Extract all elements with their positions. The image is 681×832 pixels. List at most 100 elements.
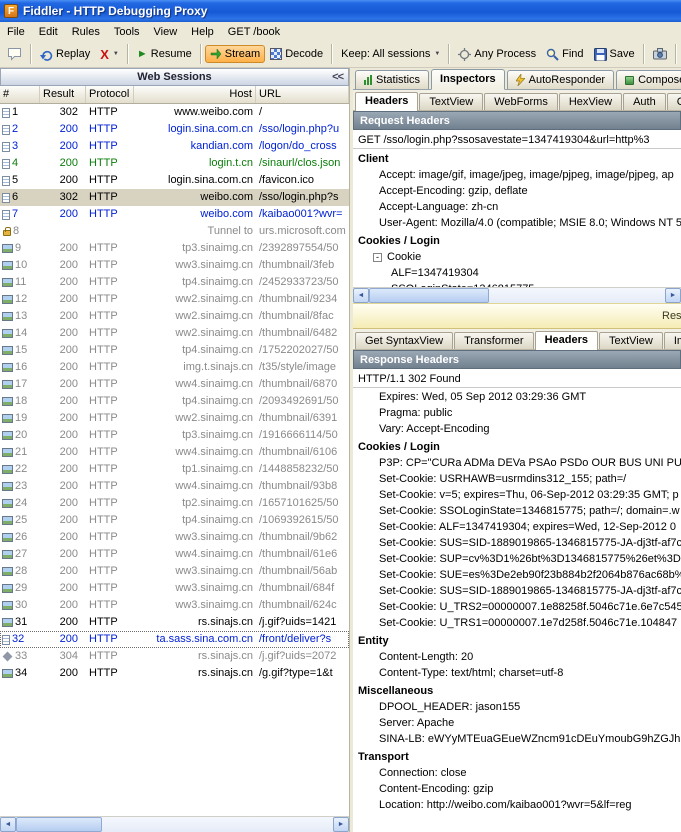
encoding-warning-bar[interactable]: Response is encoded and may need to be d… [353,303,681,329]
session-row[interactable]: 26200HTTPww3.sinaimg.cn/thumbnail/9b62 [0,529,349,546]
session-row[interactable]: 7200HTTPweibo.com/kaibao001?wvr= [0,206,349,223]
scroll-right-button[interactable]: ► [333,817,349,832]
session-url: /1069392615/50 [256,512,349,529]
session-row[interactable]: 22200HTTPtp1.sinaimg.cn/1448858232/50 [0,461,349,478]
session-row[interactable]: 11200HTTPtp4.sinaimg.cn/2452933723/50 [0,274,349,291]
session-row[interactable]: 27200HTTPww4.sinaimg.cn/thumbnail/61e6 [0,546,349,563]
session-row[interactable]: 24200HTTPtp2.sinaimg.cn/1657101625/50 [0,495,349,512]
request-hscrollbar[interactable]: ◄ ► [353,287,681,303]
session-row[interactable]: 1302HTTPwww.weibo.com/ [0,104,349,121]
page-icon [2,176,10,186]
session-row[interactable]: 31200HTTPrs.sinajs.cn/j.gif?uids=1421 [0,614,349,631]
session-row[interactable]: 9200HTTPtp3.sinaimg.cn/2392897554/50 [0,240,349,257]
response-tab-transformer[interactable]: Transformer [454,332,534,349]
collapse-panel-button[interactable]: << [332,71,343,83]
menu-item-help[interactable]: Help [184,24,221,40]
response-tab-headers[interactable]: Headers [535,331,598,350]
request-tab-textview[interactable]: TextView [419,93,483,110]
resume-button[interactable]: ► Resume [132,45,197,63]
replay-button[interactable]: Replay [35,45,95,64]
menu-item-tools[interactable]: Tools [107,24,147,40]
session-url: /2093492691/50 [256,393,349,410]
tab-inspectors[interactable]: Inspectors [431,69,505,90]
scroll-thumb[interactable] [16,817,102,832]
decode-toggle-button[interactable]: Decode [265,45,328,63]
session-row[interactable]: 30200HTTPww3.sinaimg.cn/thumbnail/624c [0,597,349,614]
session-row[interactable]: 8Tunnel tours.microsoft.com [0,223,349,240]
response-header-text: P3P: CP="CURa ADMa DEVa PSAo PSDo OUR BU… [379,457,681,469]
session-row[interactable]: 2200HTTPlogin.sina.com.cn/sso/login.php?… [0,121,349,138]
column-header-url[interactable]: URL [256,86,349,103]
title-bar[interactable]: F Fiddler - HTTP Debugging Proxy [0,0,681,22]
column-header-number[interactable]: # [0,86,40,103]
menu-item-get-book[interactable]: GET /book [221,24,287,40]
session-row[interactable]: 16200HTTPimg.t.sinajs.cn/t35/style/image [0,359,349,376]
session-row[interactable]: 29200HTTPww3.sinaimg.cn/thumbnail/684f [0,580,349,597]
response-tab-get-syntaxview[interactable]: Get SyntaxView [355,332,453,349]
response-tab-textview[interactable]: TextView [599,332,663,349]
comment-button[interactable] [2,44,27,64]
session-row[interactable]: 17200HTTPww4.sinaimg.cn/thumbnail/6870 [0,376,349,393]
request-tab-cookies[interactable]: Cookies [667,93,681,110]
session-row[interactable]: 25200HTTPtp4.sinaimg.cn/1069392615/50 [0,512,349,529]
session-number: 8 [13,223,19,240]
column-header-result[interactable]: Result [40,86,86,103]
session-row[interactable]: 19200HTTPww2.sinaimg.cn/thumbnail/6391 [0,410,349,427]
tab-composer[interactable]: Composer [616,70,681,89]
session-host: tp4.sinaimg.cn [134,342,256,359]
tab-statistics[interactable]: Statistics [355,70,429,89]
collapse-toggle-icon[interactable]: - [373,253,382,262]
screenshot-button[interactable] [648,45,672,63]
request-tab-auth[interactable]: Auth [623,93,666,110]
scroll-right-button[interactable]: ► [665,288,681,303]
save-button[interactable]: Save [589,45,640,64]
scroll-thumb[interactable] [369,288,489,303]
image-icon [2,380,13,389]
scroll-track[interactable] [369,288,665,303]
menu-item-view[interactable]: View [147,24,185,40]
session-row[interactable]: 10200HTTPww3.sinaimg.cn/thumbnail/3feb [0,257,349,274]
menu-item-file[interactable]: File [0,24,32,40]
find-button[interactable]: Find [541,45,588,64]
column-header-protocol[interactable]: Protocol [86,86,134,103]
request-headers-view[interactable]: GET /sso/login.php?ssosavestate=13474193… [353,130,681,287]
session-row[interactable]: 33304HTTPrs.sinajs.cn/j.gif?uids=2072 [0,648,349,665]
stream-toggle-button[interactable]: Stream [205,45,265,63]
session-row[interactable]: 6302HTTPweibo.com/sso/login.php?s [0,189,349,206]
remove-sessions-button[interactable]: X ▼ [95,46,124,63]
stream-label: Stream [225,48,260,60]
column-header-host[interactable]: Host [134,86,256,103]
session-host: ww3.sinaimg.cn [134,580,256,597]
session-row[interactable]: 12200HTTPww2.sinaimg.cn/thumbnail/9234 [0,291,349,308]
session-row[interactable]: 4200HTTPlogin.t.cn/sinaurl/clos.json [0,155,349,172]
tab-autoresponder[interactable]: AutoResponder [507,70,614,89]
scroll-track[interactable] [16,817,333,832]
menu-item-edit[interactable]: Edit [32,24,65,40]
session-row[interactable]: 3200HTTPkandian.com/logon/do_cross [0,138,349,155]
session-row[interactable]: 14200HTTPww2.sinaimg.cn/thumbnail/6482 [0,325,349,342]
session-row[interactable]: 32200HTTPta.sass.sina.com.cn/front/deliv… [0,631,349,648]
session-row[interactable]: 21200HTTPww4.sinaimg.cn/thumbnail/6106 [0,444,349,461]
request-tab-headers[interactable]: Headers [355,92,418,111]
scroll-left-button[interactable]: ◄ [0,817,16,832]
tab-label: TextView [609,335,653,347]
session-row[interactable]: 28200HTTPww3.sinaimg.cn/thumbnail/56ab [0,563,349,580]
session-row[interactable]: 13200HTTPww2.sinaimg.cn/thumbnail/8fac [0,308,349,325]
session-row[interactable]: 20200HTTPtp3.sinaimg.cn/1916666114/50 [0,427,349,444]
request-tab-hexview[interactable]: HexView [559,93,622,110]
session-row[interactable]: 34200HTTPrs.sinajs.cn/g.gif?type=1&t [0,665,349,682]
sessions-hscrollbar[interactable]: ◄ ► [0,816,349,832]
menu-item-rules[interactable]: Rules [65,24,107,40]
request-tab-webforms[interactable]: WebForms [484,93,558,110]
session-url: /t35/style/image [256,359,349,376]
response-headers-view[interactable]: HTTP/1.1 302 FoundExpires: Wed, 05 Sep 2… [353,369,681,832]
response-tab-imageview[interactable]: ImageView [664,332,681,349]
keep-sessions-dropdown[interactable]: Keep: All sessions ▼ [336,45,445,63]
scroll-left-button[interactable]: ◄ [353,288,369,303]
session-row[interactable]: 5200HTTPlogin.sina.com.cn/favicon.ico [0,172,349,189]
session-row[interactable]: 18200HTTPtp4.sinaimg.cn/2093492691/50 [0,393,349,410]
session-row[interactable]: 23200HTTPww4.sinaimg.cn/thumbnail/93b8 [0,478,349,495]
session-row[interactable]: 15200HTTPtp4.sinaimg.cn/1752202027/50 [0,342,349,359]
any-process-button[interactable]: Any Process [453,45,541,64]
session-number-cell: 15 [0,342,40,359]
